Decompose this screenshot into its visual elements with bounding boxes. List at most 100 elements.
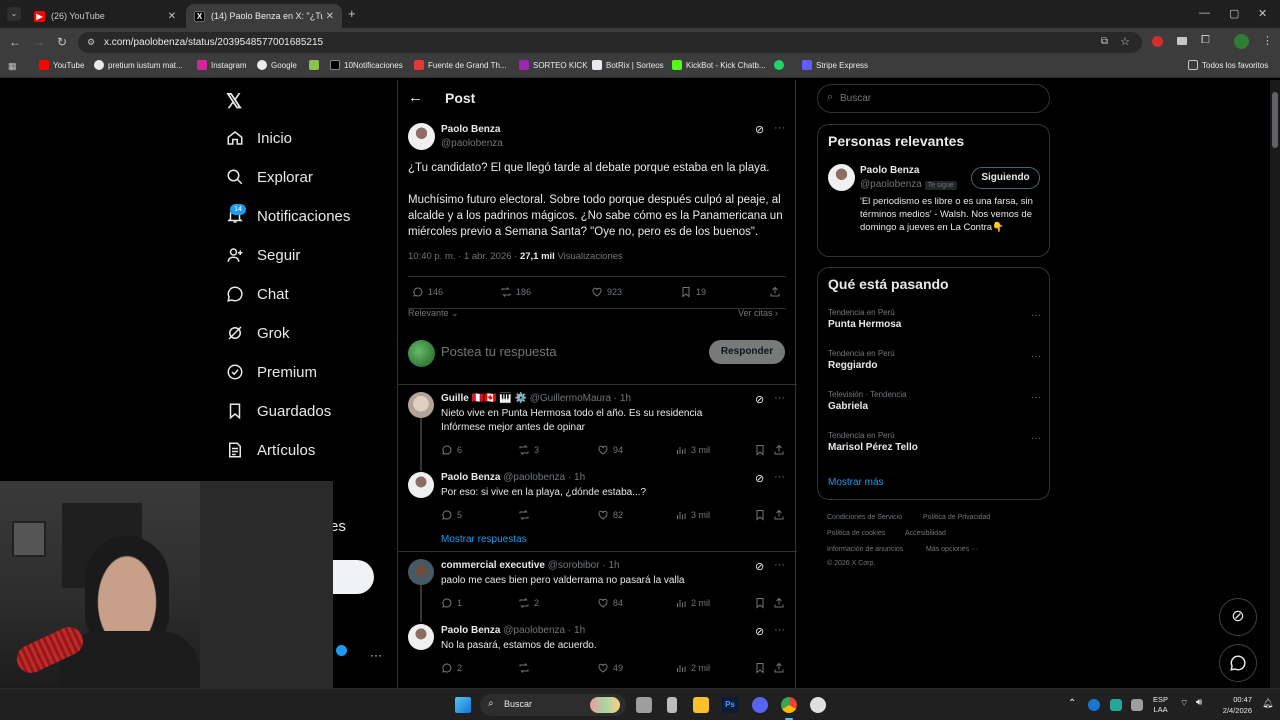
tray-app-icon[interactable]: [1131, 699, 1143, 711]
back-button[interactable]: ←: [9, 35, 21, 49]
reply-button[interactable]: 5: [441, 509, 462, 521]
bookmark-button[interactable]: 19: [680, 286, 706, 298]
reply-handle[interactable]: @paolobenza · 1h: [503, 472, 585, 483]
bookmark-item[interactable]: BotRix | Sorteos: [592, 60, 664, 70]
sidebar-item-chat[interactable]: Chat: [226, 285, 289, 303]
grok-icon[interactable]: ⊘: [755, 123, 764, 136]
network-icon[interactable]: ⌔: [1180, 698, 1188, 709]
avatar[interactable]: [408, 472, 434, 498]
author-name[interactable]: Paolo Benza: [441, 124, 500, 135]
browser-tab-youtube[interactable]: ▶ (26) YouTube ✕: [26, 4, 184, 28]
bookmark-item[interactable]: SORTEO KICK: [519, 60, 588, 70]
trend-item[interactable]: Tendencia en Perú Reggiardo ···: [828, 349, 1041, 379]
messages-floating-button[interactable]: [1219, 644, 1257, 682]
profile-avatar[interactable]: [1234, 34, 1249, 49]
reply-author-name[interactable]: Paolo Benza: [441, 625, 500, 636]
grok-icon[interactable]: ⊘: [755, 625, 764, 638]
bookmark-item[interactable]: Fuente de Grand Th...: [414, 60, 507, 70]
trend-item[interactable]: Tendencia en Perú Marisol Pérez Tello ··…: [828, 431, 1041, 461]
reply-button[interactable]: 6: [441, 444, 462, 456]
account-more-icon[interactable]: ···: [370, 648, 382, 662]
bookmark-item[interactable]: [309, 60, 323, 70]
like-button[interactable]: 84: [597, 597, 623, 609]
maximize-button[interactable]: ▢: [1229, 7, 1239, 20]
bookmark-item[interactable]: 10Notificaciones: [330, 60, 403, 70]
sidebar-item-grok[interactable]: Grok: [226, 324, 290, 342]
show-replies-link[interactable]: Mostrar respuestas: [441, 534, 527, 545]
forward-button[interactable]: →: [33, 35, 45, 49]
new-tab-button[interactable]: +: [348, 6, 356, 21]
app-icon[interactable]: [810, 697, 826, 713]
bookmark-item[interactable]: [774, 60, 788, 70]
author-handle[interactable]: @paolobenza: [441, 138, 503, 149]
reply-button[interactable]: 2: [441, 662, 462, 674]
task-view-icon[interactable]: [636, 697, 652, 713]
menu-icon[interactable]: ⋮: [1262, 34, 1273, 47]
language-indicator[interactable]: ESP LAA: [1153, 695, 1168, 715]
repost-button[interactable]: 186: [500, 286, 531, 298]
views-button[interactable]: 2 mil: [675, 597, 710, 609]
timestamp[interactable]: 10:40 p. m. · 1 abr. 2026 ·: [408, 251, 517, 262]
reply-item[interactable]: commercial executive @sorobibor · 1h ⊘ ·…: [398, 552, 797, 688]
footer-link[interactable]: Política de cookies: [827, 530, 885, 537]
tray-app-icon[interactable]: [1088, 699, 1100, 711]
grok-icon[interactable]: ⊘: [755, 560, 764, 573]
like-button[interactable]: 923: [591, 286, 622, 298]
more-options-icon[interactable]: ···: [1031, 310, 1041, 321]
grok-icon[interactable]: ⊘: [755, 472, 764, 485]
like-button[interactable]: 82: [597, 509, 623, 521]
bookmark-button[interactable]: [754, 444, 770, 456]
views-button[interactable]: 3 mil: [675, 444, 710, 456]
more-options-icon[interactable]: ···: [774, 392, 785, 404]
bookmark-button[interactable]: [754, 662, 770, 674]
more-options-icon[interactable]: ···: [1031, 433, 1041, 444]
taskbar-search[interactable]: ⌕ Buscar: [480, 694, 626, 716]
avatar[interactable]: [408, 624, 434, 650]
trend-item[interactable]: Televisión · Tendencia Gabriela ···: [828, 390, 1041, 420]
repost-button[interactable]: [518, 509, 534, 521]
bookmark-item[interactable]: Google: [257, 60, 297, 70]
share-button[interactable]: [773, 662, 789, 674]
sidebar-item-inicio[interactable]: Inicio: [226, 129, 292, 147]
more-options-icon[interactable]: ···: [774, 624, 785, 636]
back-arrow-icon[interactable]: ←: [408, 89, 423, 106]
more-options-icon[interactable]: ···: [774, 122, 785, 134]
more-options-icon[interactable]: ···: [1031, 351, 1041, 362]
views-button[interactable]: 2 mil: [675, 662, 710, 674]
app-icon[interactable]: [667, 697, 677, 713]
grok-icon[interactable]: ⊘: [755, 393, 764, 406]
volume-icon[interactable]: 🔊︎: [1196, 697, 1202, 708]
close-window-button[interactable]: ✕: [1258, 7, 1267, 20]
trend-item[interactable]: Tendencia en Perú Punta Hermosa ···: [828, 308, 1041, 338]
relevant-handle[interactable]: @paolobenza: [860, 179, 922, 190]
reload-button[interactable]: ↻: [57, 35, 67, 49]
bookmark-item[interactable]: Stripe Express: [802, 60, 868, 70]
following-button[interactable]: Siguiendo: [971, 167, 1040, 189]
reply-input[interactable]: Postea tu respuesta: [441, 344, 557, 359]
file-explorer-icon[interactable]: [693, 697, 709, 713]
sidebar-item-guardados[interactable]: Guardados: [226, 402, 331, 420]
sidebar-item-explorar[interactable]: Explorar: [226, 168, 313, 186]
more-options-icon[interactable]: ···: [774, 471, 785, 483]
footer-link[interactable]: Más opciones ···: [926, 546, 978, 553]
share-button[interactable]: [773, 444, 789, 456]
clock[interactable]: 00:47 2/4/2026: [1216, 694, 1252, 716]
x-logo-icon[interactable]: 𝕏: [226, 89, 242, 114]
site-info-icon[interactable]: ⚙: [87, 37, 95, 48]
tray-app-icon[interactable]: [1110, 699, 1122, 711]
reply-item[interactable]: Guille 🇵🇪🇨🇦 🎹 ⚙️ @GuillermoMaura · 1h ⊘ …: [398, 385, 797, 545]
extension-icon[interactable]: [1177, 37, 1187, 45]
browser-tab-x[interactable]: X (14) Paolo Benza en X: "¿Tu can ✕: [186, 4, 342, 28]
avatar[interactable]: [408, 559, 434, 585]
view-quotes-link[interactable]: Ver citas ›: [738, 308, 778, 318]
reply-button[interactable]: 146: [412, 286, 443, 298]
show-more-link[interactable]: Mostrar más: [828, 477, 884, 488]
notifications-icon[interactable]: 🔔︎: [1262, 698, 1273, 709]
sidebar-item-premium[interactable]: Premium: [226, 363, 317, 381]
reply-submit-button[interactable]: Responder: [709, 340, 785, 364]
bookmark-item[interactable]: YouTube: [39, 60, 84, 70]
address-bar[interactable]: ⚙ x.com/paolobenza/status/20395485770016…: [78, 32, 1142, 53]
extensions-puzzle-icon[interactable]: ⧠: [1201, 34, 1210, 47]
like-button[interactable]: 49: [597, 662, 623, 674]
tab-search-button[interactable]: ⌄: [7, 7, 21, 21]
